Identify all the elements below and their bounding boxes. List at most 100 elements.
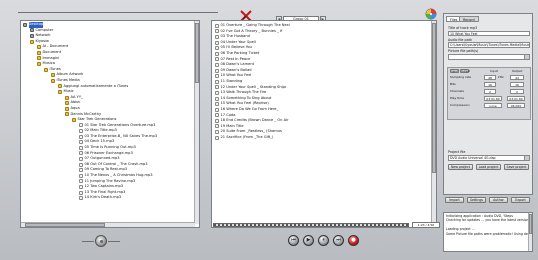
tab-record[interactable]: Record: [459, 16, 479, 22]
sampling-label: Sampling rate: [450, 75, 472, 79]
audio-file-icon: [215, 96, 219, 101]
tree-hscroll-thumb[interactable]: [25, 223, 105, 227]
file-icon: [79, 140, 83, 145]
drive-icon: [30, 33, 34, 38]
audio-file-icon: [215, 34, 219, 39]
audio-file-icon: [215, 124, 219, 129]
project-label: Project file: [448, 150, 466, 154]
playlist-scroll-thumb[interactable]: [432, 23, 436, 173]
author-button[interactable]: Author: [489, 197, 508, 203]
load-project-button[interactable]: Load project: [476, 164, 501, 170]
import-button[interactable]: Import: [445, 197, 464, 203]
playtime-label: Play time: [450, 96, 464, 100]
record-button[interactable]: ●: [348, 235, 359, 246]
folder-icon: [51, 73, 55, 78]
folder-icon: [65, 95, 69, 100]
playlist-vertical-scrollbar[interactable]: [431, 21, 436, 227]
playtime-output: 03:01.80: [507, 95, 525, 101]
log-scroll-thumb[interactable]: [529, 214, 532, 234]
audio-file-icon: [215, 107, 219, 112]
folder-icon: [37, 45, 41, 50]
play-button[interactable]: ▶: [303, 235, 314, 246]
folder-icon: [44, 67, 48, 72]
audio-file-icon: [215, 40, 219, 45]
sampling-input[interactable]: 48: [484, 74, 496, 80]
file-icon: [79, 151, 83, 156]
audio-file-icon: [215, 68, 219, 73]
audio-file-icon: [215, 85, 219, 90]
folder-icon: [37, 56, 41, 61]
tree-item[interactable]: 14 Kirk's Death.mp3: [23, 195, 193, 201]
tree-vertical-scrollbar[interactable]: [194, 21, 199, 224]
properties-panel: Files Record Title of track mp3 10 What …: [443, 13, 533, 195]
save-project-button[interactable]: Save project: [504, 164, 529, 170]
audio-file-icon: [215, 79, 219, 84]
pause-icon: ⏸: [322, 237, 325, 243]
folder-icon: [72, 117, 76, 122]
title-label: Title of track mp3: [448, 26, 478, 30]
new-project-button[interactable]: New project: [448, 164, 473, 170]
audio-file-icon: [215, 130, 219, 135]
export-button[interactable]: Export: [511, 197, 530, 203]
tree-knob-line-left: [82, 241, 94, 242]
bits-input[interactable]: 16: [484, 81, 496, 87]
audio-file-field[interactable]: C:\Users\Kiyosiw\Music\iTunes\iTunes Med…: [448, 42, 530, 48]
tree-rows: Desktop Computer Network Kiyosiw AI - Docume…: [21, 21, 199, 201]
playlist-item[interactable]: 21 Sacrifice (From _The Gift_): [215, 135, 430, 141]
sampling-output[interactable]: 44: [510, 74, 524, 80]
previous-icon: ⏮: [291, 237, 296, 243]
folder-icon: [58, 84, 62, 89]
audio-file-icon: [215, 90, 219, 95]
compression-output: 96.000: [507, 102, 525, 108]
drive-icon: [23, 22, 27, 27]
file-icon: [79, 123, 83, 128]
audio-file-icon: [215, 118, 219, 123]
audio-file-icon: [215, 135, 219, 140]
subtab-input[interactable]: Input: [450, 69, 459, 73]
folder-icon: [51, 78, 55, 83]
audio-file-icon: [215, 57, 219, 62]
audio-file-label: Audio file path: [448, 37, 472, 42]
audio-file-icon: [215, 102, 219, 107]
playlist-rows: 01 Overture _ Going Through The Nexi 02 I…: [212, 21, 436, 140]
playtime-input: 03:01.80: [484, 95, 502, 101]
tree-scroll-thumb[interactable]: [195, 23, 199, 83]
tree-horizontal-scrollbar[interactable]: [21, 222, 195, 227]
bits-output[interactable]: 16: [510, 81, 524, 87]
folder-icon: [37, 61, 41, 66]
log-scrollbar[interactable]: [528, 213, 532, 251]
project-field[interactable]: DVD Audio Universal 4G.dap: [448, 155, 530, 161]
folder-icon: [58, 89, 62, 94]
file-icon: [79, 196, 83, 201]
record-icon: ●: [351, 237, 356, 243]
playlist-panel[interactable]: 01 Overture _ Going Through The Nexi 02 I…: [211, 20, 437, 228]
next-icon: ⏭: [336, 237, 341, 243]
pause-button[interactable]: ⏸: [318, 235, 329, 246]
disc-icon[interactable]: [425, 8, 437, 20]
folder-icon: [30, 39, 34, 44]
picture-label: Picture file path(s): [448, 49, 479, 53]
channels-input[interactable]: 2: [484, 88, 496, 94]
playback-progress-track[interactable]: [213, 223, 409, 227]
settings-button[interactable]: Settings: [467, 197, 486, 203]
folder-icon: [37, 50, 41, 55]
file-icon: [79, 168, 83, 173]
play-icon: ▶: [306, 237, 311, 243]
folder-icon: [65, 112, 69, 117]
playlist-item-label: 21 Sacrifice (From _The Gift_): [220, 134, 274, 139]
channels-output[interactable]: 2: [510, 88, 524, 94]
drive-icon: [30, 28, 34, 33]
input-column-header: Input: [490, 69, 498, 73]
tree-item-label: 14 Kirk's Death.mp3: [84, 195, 122, 200]
picture-field[interactable]: [448, 54, 530, 60]
folder-tree[interactable]: Desktop Computer Network Kiyosiw AI - Docume…: [20, 20, 200, 228]
tree-scroll-knob[interactable]: [95, 235, 107, 247]
sampling-unit: kHz: [498, 75, 504, 79]
title-field[interactable]: 10 What You Feel: [448, 30, 530, 36]
previous-track-button[interactable]: ⏮: [288, 235, 299, 246]
output-column-header: Output: [512, 69, 523, 73]
next-track-button[interactable]: ⏭: [333, 235, 344, 246]
subtab-output[interactable]: Output: [460, 69, 470, 73]
file-icon: [79, 157, 83, 162]
compression-label: Compression: [450, 103, 470, 107]
